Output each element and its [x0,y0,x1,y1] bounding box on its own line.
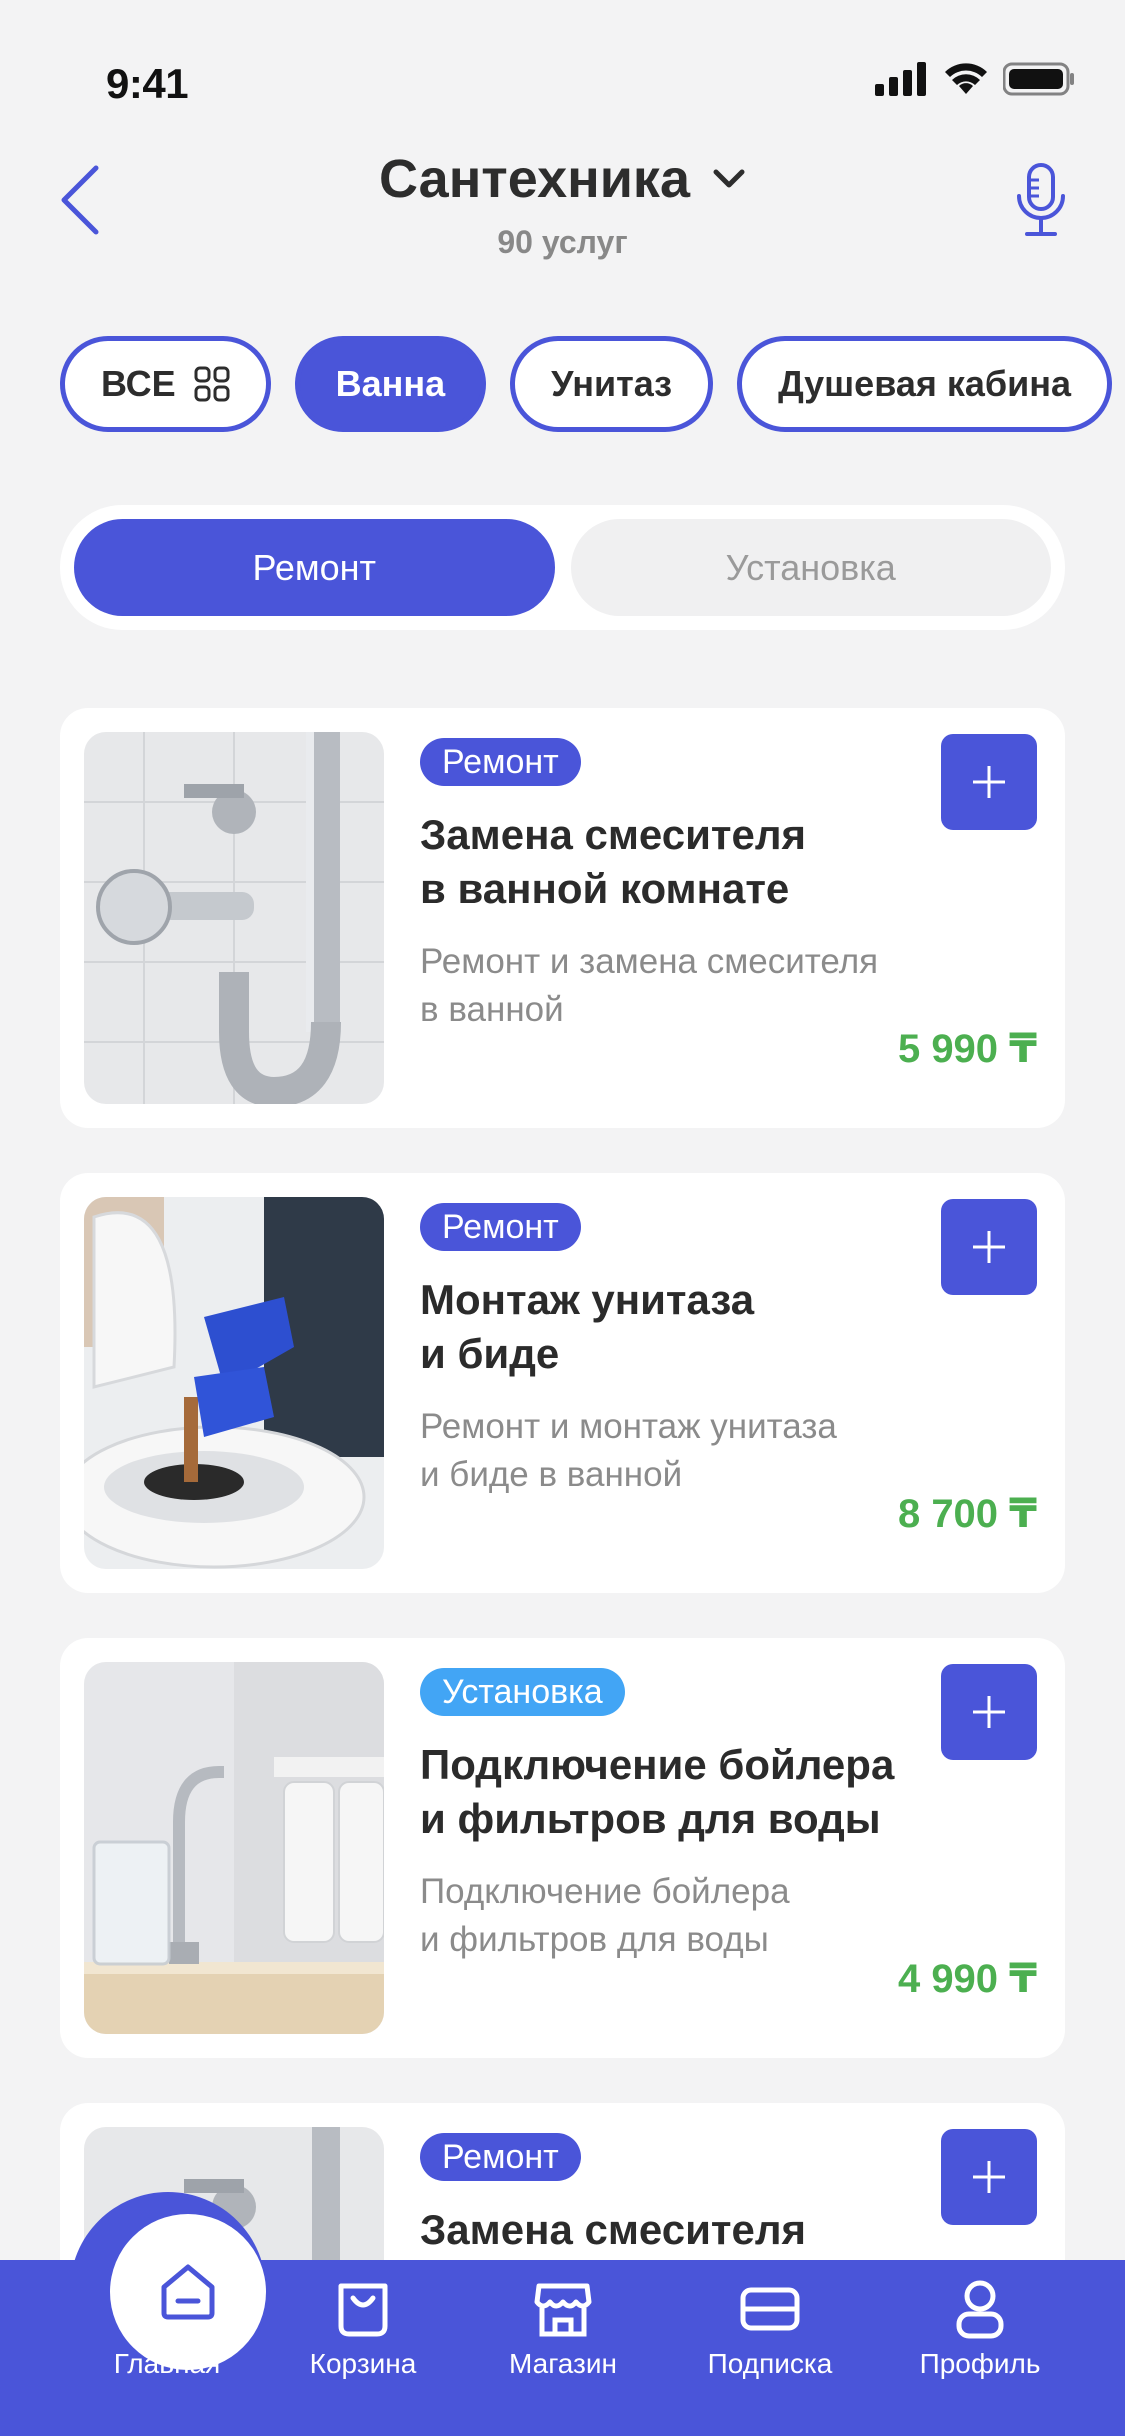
service-price: 4 990 ₸ [897,1957,1037,2001]
services-count: 90 услуг [497,224,628,260]
battery-icon [1003,62,1074,96]
service-tag: Установка [420,1668,625,1716]
plus-icon [973,766,1005,798]
title-line: Подключение бойлера [420,1741,895,1788]
signal-icon [875,62,926,96]
service-type-toggle: Ремонт Установка [60,505,1065,630]
desc-line: Подключение бойлера [420,1872,790,1911]
title-line: в ванной комнате [420,865,790,912]
page-title: Сантехника [379,149,690,209]
title-line: Монтаж унитаза [420,1276,755,1323]
store-icon [534,2283,592,2337]
service-title: Монтаж унитаза и биде [420,1273,980,1381]
nav-label-store[interactable]: Магазин [463,2348,663,2380]
segment-install[interactable]: Установка [570,519,1051,616]
segment-repair[interactable]: Ремонт [74,519,555,616]
chip-label: Ванна [335,363,446,404]
status-bar: 9:41 [0,0,1125,150]
nav-label-home[interactable]: Главная [67,2348,267,2380]
chip-label: Душевая кабина [778,363,1072,404]
nav-item-store[interactable] [473,2280,653,2338]
service-title: Замена смесителя [420,2203,980,2257]
desc-line: Ремонт и замена смесителя [420,942,879,981]
add-to-cart-button[interactable] [941,2129,1037,2225]
chip-label: Унитаз [551,363,673,404]
home-icon [161,2264,215,2320]
title-line: Замена смесителя [420,2206,807,2253]
desc-line: и фильтров для воды [420,1920,769,1959]
service-image-faucet [84,732,384,1104]
title-line: и фильтров для воды [420,1795,881,1842]
plus-icon [973,1696,1005,1728]
desc-line: в ванной [420,990,564,1029]
service-tag: Ремонт [420,2133,581,2181]
desc-line: и биде в ванной [420,1455,683,1494]
add-to-cart-button[interactable] [941,1199,1037,1295]
header: Сантехника 90 услуг [0,148,1125,261]
title-line: и биде [420,1330,560,1377]
chip-toilet[interactable]: Унитаз [510,336,714,432]
service-card[interactable]: Ремонт Замена смесителя в ванной комнате… [60,708,1065,1128]
nav-item-subscription[interactable] [680,2280,860,2331]
service-card[interactable]: Ремонт Монтаж унитаза и биде Ремонт и мо… [60,1173,1065,1593]
service-title: Замена смесителя в ванной комнате [420,808,980,916]
service-image-toilet [84,1197,384,1569]
add-to-cart-button[interactable] [941,1664,1037,1760]
status-time: 9:41 [106,60,189,107]
service-card[interactable]: Установка Подключение бойлера и фильтров… [60,1638,1065,2058]
filter-chips: ВСЕ Ванна Унитаз Душевая кабина [60,336,1113,432]
nav-label-profile[interactable]: Профиль [880,2348,1080,2380]
status-icons [875,62,1075,96]
title-line: Замена смесителя [420,811,807,858]
service-description: Ремонт и монтаж унитаза и биде в ванной [420,1403,980,1499]
nav-home-button[interactable] [110,2214,266,2370]
nav-label-cart[interactable]: Корзина [263,2348,463,2380]
service-description: Подключение бойлера и фильтров для воды [420,1868,980,1964]
service-title: Подключение бойлера и фильтров для воды [420,1738,980,1846]
profile-icon [956,2280,1004,2339]
service-tag: Ремонт [420,738,581,786]
service-price: 8 700 ₸ [897,1492,1037,1536]
category-selector[interactable]: Сантехника [379,148,746,210]
service-description: Ремонт и замена смесителя в ванной [420,938,980,1034]
plus-icon [973,1231,1005,1263]
service-image-boiler [84,1662,384,2034]
bag-icon [338,2283,388,2337]
service-price: 5 990 ₸ [897,1027,1037,1071]
card-icon [740,2287,800,2331]
nav-item-profile[interactable] [890,2280,1070,2340]
service-tag: Ремонт [420,1203,581,1251]
chevron-down-icon [713,169,745,188]
add-to-cart-button[interactable] [941,734,1037,830]
chip-shower[interactable]: Душевая кабина [737,336,1113,432]
nav-item-cart[interactable] [273,2280,453,2338]
chip-all[interactable]: ВСЕ [60,336,271,432]
chip-bath[interactable]: Ванна [294,336,487,432]
nav-label-subscription[interactable]: Подписка [670,2348,870,2380]
voice-search-button[interactable] [1001,158,1081,242]
chip-label: ВСЕ [101,363,176,404]
grid-icon [194,366,230,402]
microphone-icon [1017,163,1065,236]
desc-line: Ремонт и монтаж унитаза [420,1407,837,1446]
wifi-icon [945,63,987,94]
plus-icon [973,2161,1005,2193]
